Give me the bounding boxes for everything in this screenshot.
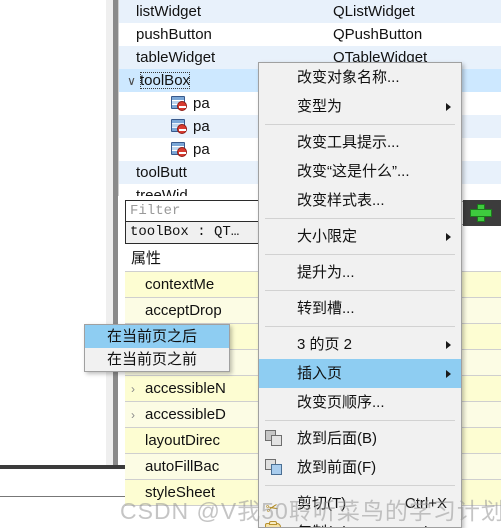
menu-separator: [265, 326, 455, 327]
property-name-label: accessibleD: [145, 406, 226, 423]
page-icon: [171, 96, 188, 111]
tree-item-class: QListWidget: [333, 3, 415, 20]
tree-row[interactable]: listWidget QListWidget: [119, 0, 501, 23]
menu-item[interactable]: 转到槽...: [259, 294, 461, 323]
left-blank-panel: [0, 469, 130, 496]
menu-separator: [265, 485, 455, 486]
menu-item-shortcut: Ctrl+C: [404, 518, 461, 527]
submenu-arrow-icon: [446, 369, 451, 378]
menu-item[interactable]: 改变样式表...: [259, 186, 461, 215]
tree-item-class: QPushButton: [333, 26, 423, 43]
chevron-right-icon[interactable]: ›: [131, 402, 145, 427]
menu-separator: [265, 290, 455, 291]
menu-item-label: 改变“这是什么”...: [297, 163, 410, 180]
property-name-label: acceptDrop: [145, 302, 222, 319]
property-name-cell: › accessibleD: [125, 402, 277, 428]
menu-item-label: 剪切(T): [297, 495, 347, 512]
menu-item[interactable]: 改变“这是什么”...: [259, 157, 461, 186]
property-name-label: autoFillBac: [145, 458, 220, 475]
submenu-arrow-icon: [446, 340, 451, 349]
qt-designer-screenshot: listWidget QListWidget pushButton QPushButt…: [0, 0, 501, 528]
menu-item-label: 改变工具提示...: [297, 134, 400, 151]
property-name-label: layoutDirec: [145, 432, 221, 449]
tree-row-name: pushButton: [119, 23, 212, 46]
menu-item-label: 改变样式表...: [297, 192, 385, 209]
menu-item-label: 插入页: [297, 365, 343, 382]
menu-item[interactable]: ✂ 剪切(T) Ctrl+X: [259, 489, 461, 518]
property-name-cell: styleSheet: [125, 480, 277, 506]
menu-item[interactable]: 复制(C)Ctrl+C: [259, 518, 461, 527]
menu-item[interactable]: 放到前面(F): [259, 453, 461, 482]
menu-item-shortcut: Ctrl+X: [404, 495, 447, 512]
context-menu[interactable]: 改变对象名称... 变型为改变工具提示... 改变“这是什么”... 改变样式表...…: [258, 62, 462, 528]
tree-row-name: listWidget: [119, 0, 201, 23]
plus-icon: [469, 204, 493, 222]
tree-row-name: toolButt: [119, 161, 187, 184]
menu-separator: [265, 420, 455, 421]
tree-item-label: pa: [193, 141, 210, 158]
horizontal-divider-thin: [0, 496, 130, 497]
menu-item-label: 大小限定: [297, 228, 358, 245]
menu-item-label: 放到前面(F): [297, 459, 377, 476]
property-name-cell: contextMe: [125, 272, 277, 298]
tree-row-name: pa: [119, 115, 210, 138]
tree-row[interactable]: pushButton QPushButton: [119, 23, 501, 46]
tree-row-name: pa: [119, 138, 210, 161]
menu-item[interactable]: 变型为: [259, 92, 461, 121]
menu-separator: [265, 124, 455, 125]
tree-row-name: ∨ toolBox: [119, 69, 191, 92]
menu-item[interactable]: 插入页: [259, 359, 461, 388]
send-to-back-icon: [259, 424, 289, 453]
menu-item[interactable]: 提升为...: [259, 258, 461, 287]
property-name-cell: › accessibleN: [125, 376, 277, 402]
cut-icon: ✂: [264, 498, 281, 519]
tree-item-label: tableWidget: [136, 49, 216, 66]
chevron-right-icon[interactable]: ›: [131, 376, 145, 401]
property-name-label: accessibleN: [145, 380, 226, 397]
property-name-label: styleSheet: [145, 484, 216, 501]
tree-row-name: tableWidget: [119, 46, 215, 69]
menu-item-label: 复制(C): [289, 518, 404, 527]
tree-item-label: toolBox: [140, 72, 191, 89]
property-name-cell: layoutDirec: [125, 428, 277, 454]
menu-item[interactable]: 改变工具提示...: [259, 128, 461, 157]
property-name-cell: acceptDrop: [125, 298, 277, 324]
menu-item-label: 提升为...: [297, 264, 355, 281]
menu-item-label: 放到后面(B): [297, 430, 377, 447]
menu-separator: [265, 254, 455, 255]
property-name-label: contextMe: [145, 276, 215, 293]
property-name-cell: autoFillBac: [125, 454, 277, 480]
tree-item-label: treeWid: [136, 187, 188, 196]
bring-to-front-icon: [259, 453, 289, 482]
property-header-label: 属性: [125, 246, 277, 272]
tree-row-name: pa: [119, 92, 210, 115]
submenu-arrow-icon: [446, 232, 451, 241]
tree-item-label: toolButt: [136, 164, 187, 181]
tree-item-label: pushButton: [136, 26, 212, 43]
menu-item[interactable]: 3 的页 2: [259, 330, 461, 359]
tree-item-label: listWidget: [136, 3, 202, 20]
menu-item-label: 变型为: [297, 98, 343, 115]
menu-item-label: 3 的页 2: [297, 336, 353, 353]
add-property-button[interactable]: [463, 200, 501, 226]
menu-item[interactable]: 改变对象名称...: [259, 63, 461, 92]
insert-page-submenu[interactable]: 在当前页之后 在当前页之前: [84, 324, 230, 372]
expand-collapse-icon[interactable]: ∨: [123, 70, 140, 92]
copy-icon: [259, 518, 289, 527]
menu-item-label: 改变对象名称...: [297, 69, 400, 86]
submenu-item[interactable]: 在当前页之前: [85, 348, 229, 371]
tree-item-label: pa: [193, 95, 210, 112]
tree-row-name: treeWid: [119, 184, 188, 196]
tree-item-label: pa: [193, 118, 210, 135]
page-icon: [171, 142, 188, 157]
menu-item-label: 转到槽...: [297, 300, 355, 317]
menu-item[interactable]: 放到后面(B): [259, 424, 461, 453]
menu-item-label: 改变页顺序...: [297, 394, 385, 411]
menu-item[interactable]: 改变页顺序...: [259, 388, 461, 417]
menu-separator: [265, 218, 455, 219]
submenu-arrow-icon: [446, 102, 451, 111]
page-icon: [171, 119, 188, 134]
submenu-item[interactable]: 在当前页之后: [85, 325, 229, 348]
menu-item[interactable]: 大小限定: [259, 222, 461, 251]
